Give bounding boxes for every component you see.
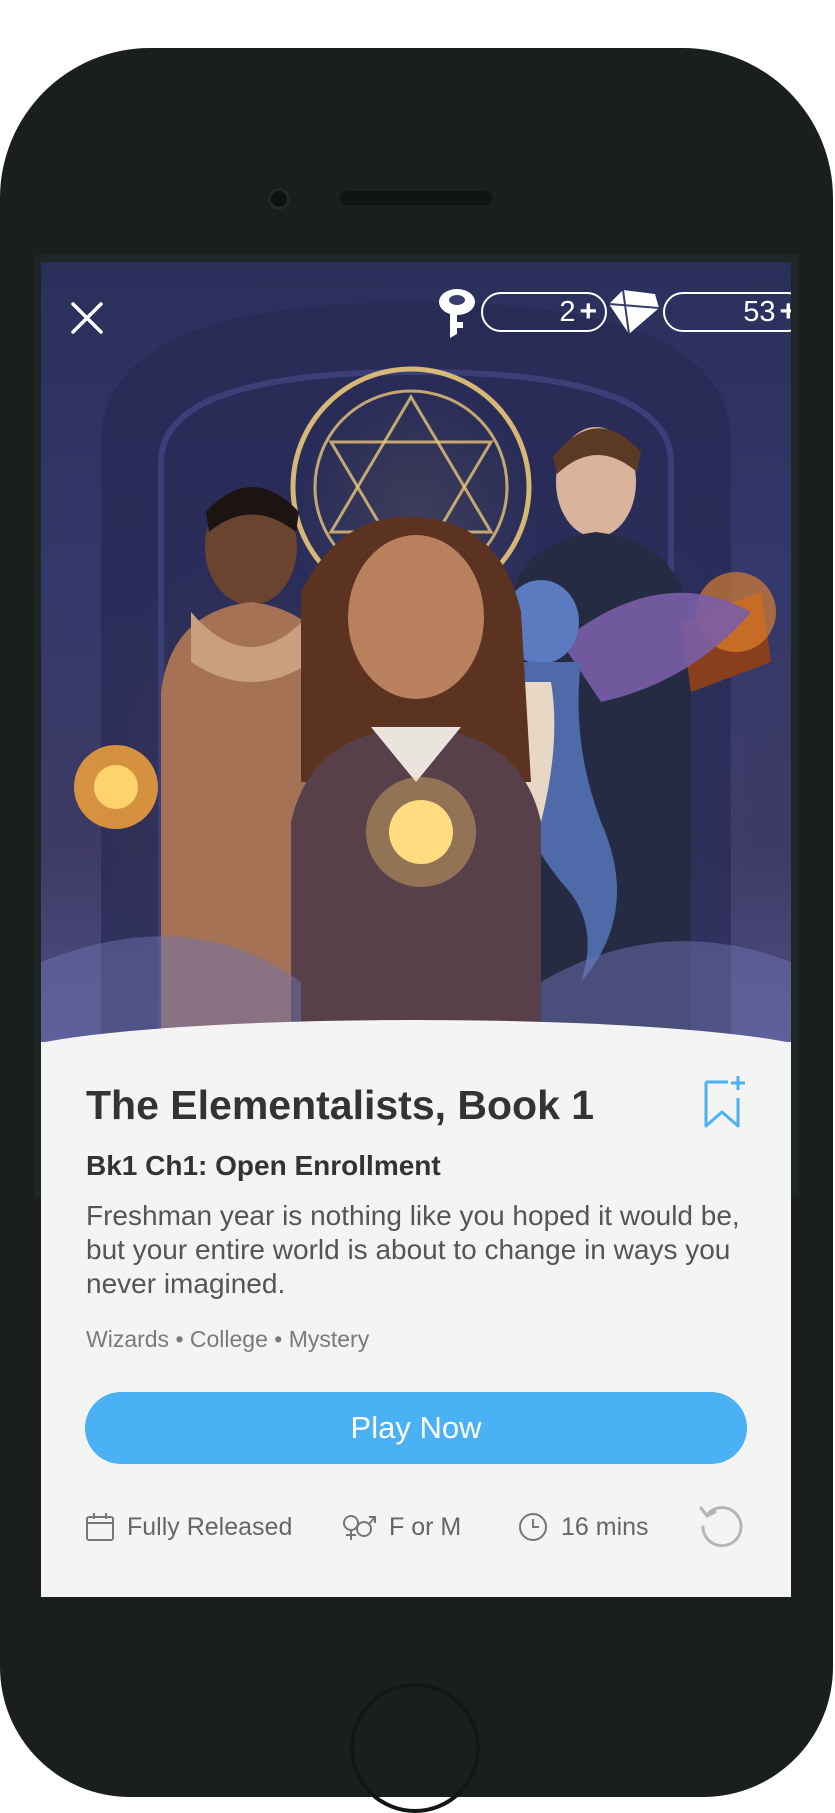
- keys-counter[interactable]: 2 +: [481, 292, 607, 332]
- gender-label: F or M: [389, 1512, 462, 1541]
- genre-tags: Wizards • College • Mystery: [86, 1326, 370, 1352]
- story-detail-screen: 2 + 53 + The Elementalists, Book 1 Bk1 C…: [41, 262, 791, 1597]
- release-status: Fully Released: [85, 1507, 292, 1547]
- close-icon[interactable]: [67, 298, 107, 338]
- gender-option: F or M: [341, 1507, 461, 1547]
- story-title: The Elementalists, Book 1: [86, 1082, 595, 1128]
- story-description: Freshman year is nothing like you hoped …: [86, 1200, 740, 1299]
- add-gems-button[interactable]: +: [779, 295, 791, 329]
- bookmark-add-icon[interactable]: [702, 1074, 746, 1130]
- calendar-icon: [86, 1513, 114, 1541]
- key-icon: [439, 289, 475, 338]
- earpiece-speaker: [340, 191, 492, 205]
- replay-icon[interactable]: [697, 1502, 747, 1552]
- clock-icon: [519, 1513, 547, 1541]
- gender-icon: [343, 1515, 376, 1540]
- gems-counter[interactable]: 53 +: [663, 292, 791, 332]
- duration-label: 16 mins: [561, 1512, 649, 1541]
- gems-count: 53: [743, 295, 776, 328]
- play-now-button[interactable]: Play Now: [85, 1392, 747, 1464]
- chapter-title: Bk1 Ch1: Open Enrollment: [86, 1150, 441, 1181]
- front-camera: [268, 188, 290, 210]
- gem-icon: [608, 289, 660, 335]
- cover-illustration: [41, 302, 791, 1042]
- keys-count: 2: [559, 295, 576, 328]
- add-keys-button[interactable]: +: [579, 295, 597, 329]
- cover-art: [41, 262, 791, 1042]
- home-button[interactable]: [350, 1683, 480, 1813]
- release-status-label: Fully Released: [127, 1512, 293, 1541]
- duration: 16 mins: [517, 1507, 649, 1547]
